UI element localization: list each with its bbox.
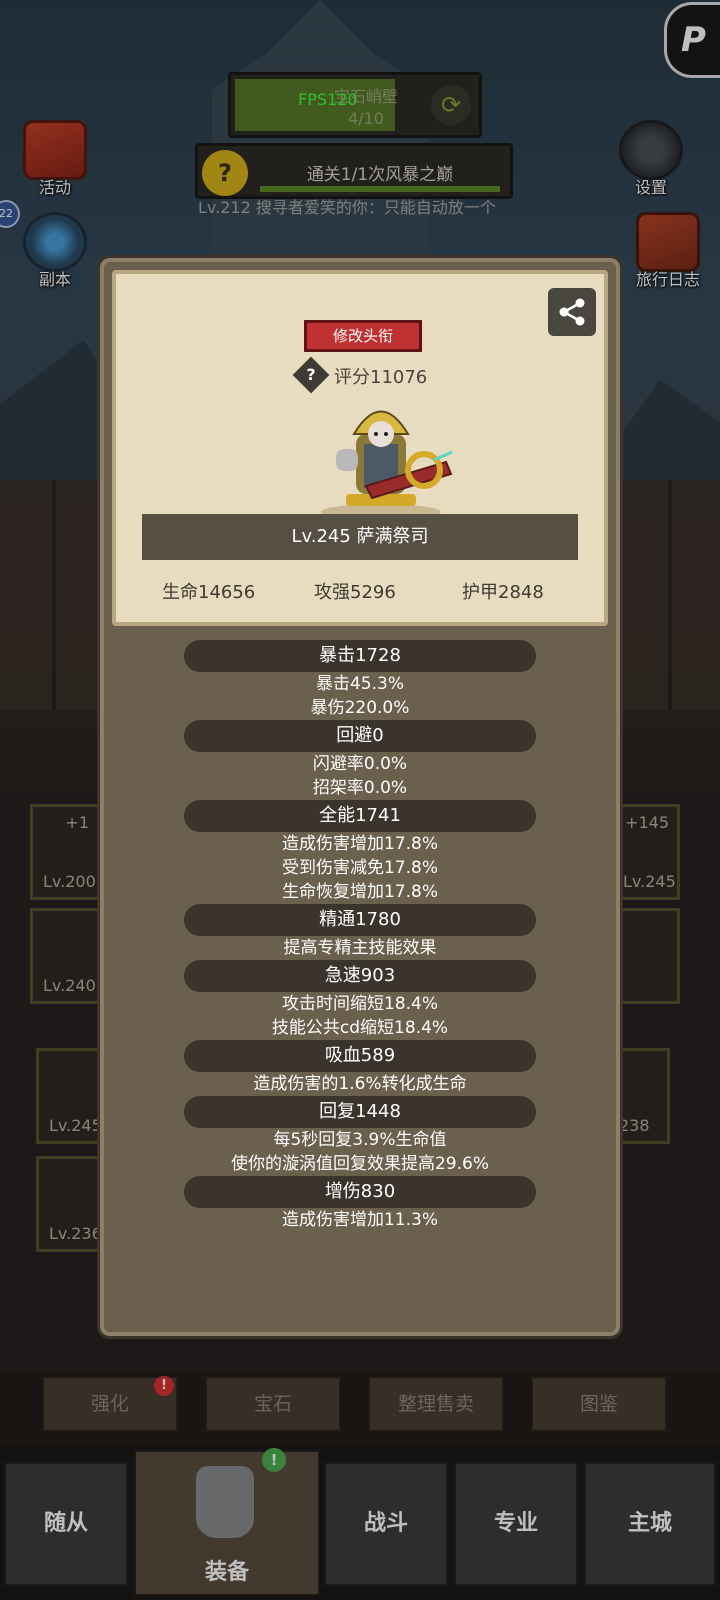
- score-text: 评分11076: [334, 367, 428, 388]
- help-icon[interactable]: ?: [292, 356, 330, 394]
- attribute-header: 暴击1728: [184, 640, 536, 672]
- attribute-header: 回避0: [184, 720, 536, 752]
- attribute-line: 提高专精主技能效果: [283, 938, 437, 958]
- attribute-line: 生命恢复增加17.8%: [281, 882, 438, 902]
- attack-stat: 攻强5296: [314, 582, 396, 603]
- attribute-line: 造成伤害的1.6%转化成生命: [253, 1074, 467, 1094]
- attribute-line: 暴击45.3%: [315, 674, 404, 694]
- attribute-line: 招架率0.0%: [312, 778, 408, 798]
- attribute-header: 回复1448: [184, 1096, 536, 1128]
- attribute-header: 急速903: [184, 960, 536, 992]
- hero-name: Lv.245 萨满祭司: [142, 514, 578, 560]
- hp-stat: 生命14656: [162, 582, 256, 603]
- attribute-header: 增伤830: [184, 1176, 536, 1208]
- attribute-line: 每5秒回复3.9%生命值: [273, 1130, 447, 1150]
- attribute-line: 技能公共cd缩短18.4%: [271, 1018, 449, 1038]
- attribute-line: 使你的漩涡值回复效果提高29.6%: [230, 1154, 489, 1174]
- hero-portrait: [321, 410, 453, 520]
- attribute-line: 攻击时间缩短18.4%: [281, 994, 438, 1014]
- score-row: ? 评分11076: [286, 356, 446, 394]
- share-icon: [559, 298, 585, 326]
- attribute-header: 精通1780: [184, 904, 536, 936]
- attribute-line: 暴伤220.0%: [310, 698, 410, 718]
- attribute-header: 吸血589: [184, 1040, 536, 1072]
- character-card: 修改头衔 ? 评分11076 Lv.245 萨满祭司 生命14656 攻强529…: [112, 270, 608, 626]
- attribute-list: 暴击1728 暴击45.3% 暴伤220.0% 回避0 闪避率0.0% 招架率0…: [104, 640, 616, 1232]
- edit-title-button[interactable]: 修改头衔: [304, 320, 422, 352]
- character-popup: 修改头衔 ? 评分11076 Lv.245 萨满祭司 生命14656 攻强529…: [100, 258, 620, 1336]
- attribute-line: 受到伤害减免17.8%: [281, 858, 438, 878]
- share-button[interactable]: [548, 288, 596, 336]
- attribute-line: 闪避率0.0%: [312, 754, 408, 774]
- core-stats: 生命14656 攻强5296 护甲2848: [116, 578, 612, 608]
- attribute-line: 造成伤害增加11.3%: [281, 1210, 438, 1230]
- attribute-line: 造成伤害增加17.8%: [281, 834, 438, 854]
- armor-stat: 护甲2848: [462, 582, 544, 603]
- attribute-header: 全能1741: [184, 800, 536, 832]
- help-icon-glyph: ?: [306, 365, 316, 384]
